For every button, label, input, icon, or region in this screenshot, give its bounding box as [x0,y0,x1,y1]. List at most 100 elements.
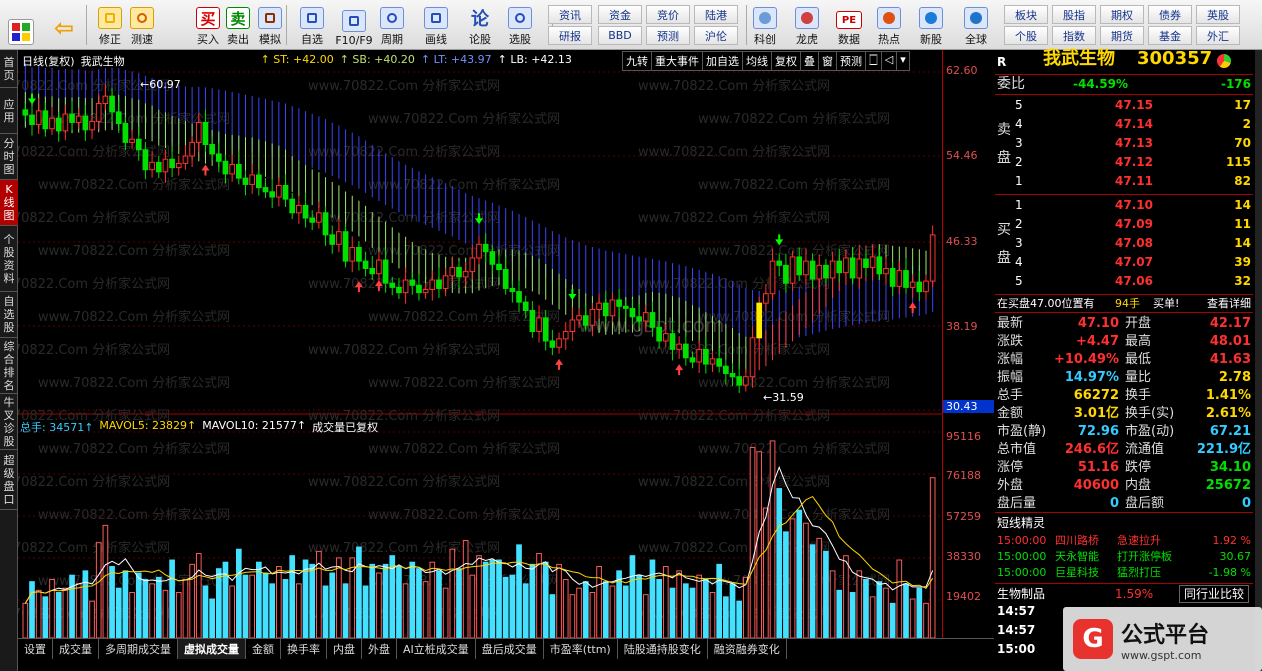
quick-3-button[interactable]: 陆港 [694,5,738,24]
watermark-text: www.70822.Com 分析家公式网 [638,144,830,160]
indicator-tab-6[interactable]: 内盘 [327,639,362,659]
toolbar-sell-button[interactable]: 卖卖出 [222,3,254,47]
quick2-2-button[interactable]: 期权 [1100,5,1144,24]
indicator-lt: ↑ LT: +43.97 [420,53,492,66]
candle-body [816,264,823,280]
toolbar-ipo-button[interactable]: 新股 [914,3,948,47]
toolbar-hammer-button[interactable]: 模拟 [254,3,286,47]
sprite-row-2[interactable]: 15:00:00 巨星科技 猛烈打压 -1.98 % [995,565,1253,580]
quick-2-button[interactable]: 竞价 [646,5,690,24]
volume-bar [182,579,189,638]
indicator-tab-12[interactable]: 融资融券变化 [708,639,787,659]
quick2-3-button[interactable]: 债券 [1148,5,1192,24]
candle-body [449,266,456,277]
volume-bar [676,570,682,638]
sidebar-tab-1[interactable]: 应用 [0,88,18,134]
chart-btn-0[interactable]: 九转 [622,51,651,71]
chart-btn-5[interactable]: 叠 [800,51,818,71]
buy-price: 47.07 [1115,255,1153,269]
price-tick-2: 46.33 [946,235,978,248]
sidebar-tab-8[interactable]: 超级盘口 [0,450,18,510]
indicator-tab-5[interactable]: 换手率 [281,639,327,659]
toolbar-f10-button[interactable]: F10/F9 [334,3,374,47]
toolbar-kechuang-button[interactable]: 科创 [748,3,782,47]
chart-btn-1[interactable]: 重大事件 [651,51,702,71]
chart-btn-8[interactable]: 🀆 [865,51,881,71]
indicator-tab-0[interactable]: 设置 [18,639,53,659]
indicator-tab-2[interactable]: 多周期成交量 [99,639,178,659]
volume-bar [809,544,816,638]
toolbar-data-button[interactable]: PE 数据 [832,3,866,47]
notice-detail-link[interactable]: 查看详细 [1207,295,1251,312]
sidebar-tab-4[interactable]: 个股资料 [0,226,18,292]
toolbar-hot-button[interactable]: 热点 [872,3,906,47]
indicator-tab-4[interactable]: 金额 [246,639,281,659]
kline-svg: www.70822.Com 分析家公式网 www.70822.Com 分析家公式网… [18,62,942,638]
sidebar-tab-5[interactable]: 自选股 [0,292,18,338]
industry-compare-button[interactable]: 同行业比较 [1178,585,1249,603]
quick-5-button[interactable]: BBD [598,26,642,45]
quick2-8-button[interactable]: 基金 [1148,26,1192,45]
indicator-tab-3[interactable]: 虚拟成交量 [178,639,246,659]
home-grid-button[interactable] [8,3,34,47]
speed-icon [130,7,154,29]
watermark-text: www.70822.Com 分析家公式网 [638,474,830,490]
industry-name[interactable]: 生物制品 [997,584,1045,604]
ipo-label: 新股 [920,33,942,46]
chart-btn-10[interactable]: ▾ [896,51,910,71]
candle-body [576,315,582,321]
toolbar-globe-button[interactable]: 全球 [958,3,994,47]
sidebar-tab-6[interactable]: 综合排名 [0,338,18,394]
candle-body [903,270,909,288]
sidebar-tab-3[interactable]: K线图 [0,180,18,226]
quick2-5-button[interactable]: 个股 [1004,26,1048,45]
toolbar-draw-button[interactable]: 画线 [420,3,452,47]
indicator-tab-1[interactable]: 成交量 [53,639,99,659]
pie-chart-icon[interactable] [1217,54,1231,68]
toolbar-speed-button[interactable]: 测速 [126,3,158,47]
quick-7-button[interactable]: 沪伦 [694,26,738,45]
watermark-text: www.70822.Com 分析家公式网 [698,309,890,325]
quick-6-button[interactable]: 预测 [646,26,690,45]
right-scrollbar[interactable] [1255,50,1262,671]
quick-0-button[interactable]: 资讯 [548,5,592,24]
quick-1-button[interactable]: 资金 [598,5,642,24]
candle-body [135,138,142,151]
sprite-row-0[interactable]: 15:00:00 四川路桥 急速拉升 1.92 % [995,533,1253,548]
indicator-tab-10[interactable]: 市盈率(ttm) [544,639,618,659]
chart-btn-2[interactable]: 加自选 [702,51,742,71]
toolbar-forum-button[interactable]: 论论股 [464,3,496,47]
toolbar-fix-button[interactable]: 修正 [94,3,126,47]
chart-btn-4[interactable]: 复权 [771,51,800,71]
quick2-9-button[interactable]: 外汇 [1196,26,1240,45]
chart-btn-7[interactable]: 预测 [836,51,865,71]
chart-btn-6[interactable]: 窗 [818,51,836,71]
toolbar-favorites-button[interactable]: 自选 [296,3,328,47]
sidebar-tab-7[interactable]: 牛叉诊股 [0,394,18,450]
toolbar-period-button[interactable]: 周期 [376,3,408,47]
toolbar-buy-button[interactable]: 买买入 [192,3,224,47]
indicator-tab-7[interactable]: 外盘 [362,639,397,659]
quick2-0-button[interactable]: 板块 [1004,5,1048,24]
toolbar-pick-button[interactable]: 选股 [504,3,536,47]
sidebar-tab-0[interactable]: 首页 [0,50,18,88]
indicator-tab-11[interactable]: 陆股通持股变化 [618,639,708,659]
quick2-7-button[interactable]: 期货 [1100,26,1144,45]
quick2-4-button[interactable]: 英股 [1196,5,1240,24]
tick-time: 14:57 [997,623,1036,637]
chart-btn-9[interactable]: ◁ [880,51,897,71]
quick2-1-button[interactable]: 股指 [1052,5,1096,24]
watermark-text: www.70822.Com 分析家公式网 [698,375,890,391]
stat-label-a: 市盈(静) [997,424,1047,439]
candle-body [803,260,809,276]
sidebar-tab-2[interactable]: 分时图 [0,134,18,180]
toolbar-dragon-button[interactable]: 龙虎 [790,3,824,47]
candle-body [29,114,35,126]
back-button[interactable]: ⇦ [52,3,76,47]
quick-4-button[interactable]: 研报 [548,26,592,45]
indicator-tab-8[interactable]: AI立桩成交量 [397,639,476,659]
indicator-tab-9[interactable]: 盘后成交量 [476,639,544,659]
sprite-row-1[interactable]: 15:00:00 天永智能 打开涨停板 30.67 [995,549,1253,564]
chart-btn-3[interactable]: 均线 [742,51,771,71]
quick2-6-button[interactable]: 指数 [1052,26,1096,45]
